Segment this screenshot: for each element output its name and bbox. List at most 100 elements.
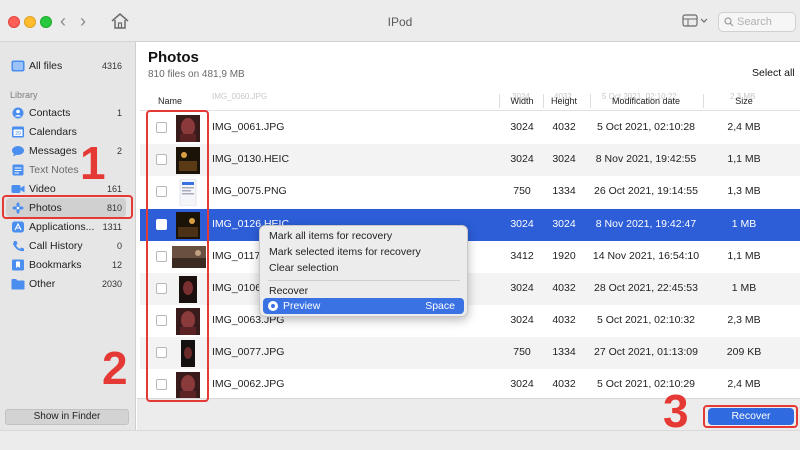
search-placeholder: Search	[737, 16, 772, 28]
file-name: IMG_0130.HEIC	[212, 153, 290, 165]
sidebar-item-label: Call History	[29, 239, 83, 252]
file-modified: 8 Nov 2021, 19:42:47	[595, 218, 697, 230]
sidebar-item-label: Applications...	[29, 220, 95, 233]
file-height: 1334	[552, 346, 576, 358]
column-header-height[interactable]: Height	[542, 96, 586, 106]
file-modified: 5 Oct 2021, 02:10:32	[596, 314, 696, 326]
file-height: 1334	[552, 185, 576, 197]
annotation-number-1: 1	[80, 137, 106, 189]
table-row[interactable]: IMG_0063.JPG 3024 4032 5 Oct 2021, 02:10…	[140, 305, 800, 337]
column-header-width[interactable]: Width	[500, 96, 544, 106]
file-modified: 14 Nov 2021, 16:54:10	[592, 250, 700, 262]
sidebar-item-count: 161	[106, 183, 122, 194]
sidebar-item-contacts[interactable]: Contacts 1	[6, 103, 126, 122]
annotation-number-3: 3	[663, 385, 689, 437]
file-width: 3024	[510, 314, 534, 326]
sidebar-item-count: 2030	[101, 278, 122, 289]
column-header-modified[interactable]: Modification date	[590, 96, 702, 106]
file-height: 4032	[552, 378, 576, 390]
file-name: IMG_0062.JPG	[212, 378, 285, 390]
calendar-icon: 29	[12, 126, 24, 137]
file-height: 4032	[552, 314, 576, 326]
table-row-selected[interactable]: IMG_0126.HEIC 3024 3024 8 Nov 2021, 19:4…	[140, 209, 800, 241]
search-field[interactable]: Search	[718, 12, 796, 32]
sidebar-item-count: 1311	[102, 221, 122, 232]
title-bar: ‹ › IPod Search	[0, 0, 800, 42]
sidebar-item-text-notes[interactable]: Text Notes	[6, 160, 126, 179]
sidebar-item-count: 0	[116, 240, 122, 251]
file-width: 3024	[510, 121, 534, 133]
sidebar-item-label: All files	[29, 59, 63, 72]
table-row[interactable]: IMG_0077.JPG 750 1334 27 Oct 2021, 01:13…	[140, 337, 800, 369]
menu-item-preview[interactable]: Preview Space	[263, 298, 464, 314]
menu-item-mark-all[interactable]: Mark all items for recovery	[269, 230, 392, 242]
table-row[interactable]: IMG_0106.HEIC 3024 4032 28 Oct 2021, 22:…	[140, 273, 800, 305]
select-all-button[interactable]: Select all	[752, 67, 795, 79]
column-header-size[interactable]: Size	[714, 96, 774, 106]
table-row[interactable]: IMG_0075.PNG 750 1334 26 Oct 2021, 19:14…	[140, 176, 800, 208]
sidebar-item-label: Calendars	[29, 125, 77, 138]
view-options-icon[interactable]	[682, 14, 710, 28]
footer-bar	[137, 398, 800, 430]
file-modified: 26 Oct 2021, 19:14:55	[594, 185, 698, 197]
menu-item-mark-selected[interactable]: Mark selected items for recovery	[269, 246, 421, 258]
sidebar-item-count: 12	[111, 259, 122, 270]
library-heading: Library	[10, 90, 38, 100]
column-header-name[interactable]: Name	[158, 96, 182, 106]
file-width: 750	[513, 346, 531, 358]
file-size: 2,4 MB	[727, 121, 761, 133]
annotation-number-2: 2	[102, 342, 128, 394]
menu-item-preview-shortcut: Space	[425, 300, 455, 312]
context-menu: Mark all items for recovery Mark selecte…	[259, 225, 468, 317]
sidebar-item-applications[interactable]: Applications... 1311	[6, 217, 126, 236]
file-width: 3024	[510, 378, 534, 390]
video-icon	[11, 184, 25, 193]
sidebar-item-count: 1	[116, 107, 122, 118]
table-row[interactable]: IMG_0117.HEIC 3412 1920 14 Nov 2021, 16:…	[140, 241, 800, 273]
sidebar-item-calendars[interactable]: 29 Calendars	[6, 122, 126, 141]
file-size: 2,4 MB	[727, 378, 761, 390]
file-width: 3024	[510, 153, 534, 165]
table-row[interactable]: IMG_0061.JPG 3024 4032 5 Oct 2021, 02:10…	[140, 112, 800, 144]
file-width: 750	[513, 185, 531, 197]
messages-icon	[12, 145, 24, 156]
file-name: IMG_0061.JPG	[212, 121, 285, 133]
file-width: 3024	[510, 282, 534, 294]
sidebar-item-label: Other	[29, 277, 56, 290]
table-row[interactable]: IMG_0130.HEIC 3024 3024 8 Nov 2021, 19:4…	[140, 144, 800, 176]
file-name: IMG_0075.PNG	[212, 185, 287, 197]
folder-icon	[11, 278, 25, 289]
sidebar-item-count: 4316	[101, 60, 122, 71]
sidebar-item-label: Bookmarks	[29, 258, 82, 271]
annotation-box-photos	[2, 195, 133, 219]
sidebar-item-bookmarks[interactable]: Bookmarks 12	[6, 255, 126, 274]
menu-item-clear-selection[interactable]: Clear selection	[269, 262, 338, 274]
column-divider[interactable]	[703, 94, 704, 108]
file-height: 3024	[552, 153, 576, 165]
show-in-finder-button[interactable]: Show in Finder	[5, 409, 129, 425]
menu-separator	[268, 280, 460, 281]
file-height: 1920	[552, 250, 576, 262]
file-size: 1,1 MB	[727, 153, 761, 165]
sidebar-item-other[interactable]: Other 2030	[6, 274, 126, 293]
preview-eye-icon	[268, 301, 278, 311]
file-modified: 5 Oct 2021, 02:10:28	[596, 121, 696, 133]
notes-icon	[12, 164, 24, 175]
sidebar-item-all-files[interactable]: All files 4316	[6, 56, 126, 75]
sidebar-item-call-history[interactable]: Call History 0	[6, 236, 126, 255]
ghost-row-name: IMG_0060.JPG	[212, 92, 268, 101]
table-header: IMG_0060.JPG 3024 4032 5 Oct 2021, 02:10…	[140, 91, 800, 111]
bookmark-icon	[12, 259, 24, 270]
file-modified: 28 Oct 2021, 22:45:53	[594, 282, 698, 294]
menu-item-recover[interactable]: Recover	[269, 285, 308, 297]
file-size: 1,3 MB	[727, 185, 761, 197]
file-height: 4032	[552, 282, 576, 294]
file-size: 1,1 MB	[727, 250, 761, 262]
file-height: 4032	[552, 121, 576, 133]
sidebar-item-messages[interactable]: Messages 2	[6, 141, 126, 160]
window-title: IPod	[387, 15, 413, 29]
search-icon	[724, 17, 734, 27]
annotation-box-recover	[703, 405, 798, 428]
file-width: 3024	[510, 218, 534, 230]
table-row[interactable]: IMG_0062.JPG 3024 4032 5 Oct 2021, 02:10…	[140, 369, 800, 401]
